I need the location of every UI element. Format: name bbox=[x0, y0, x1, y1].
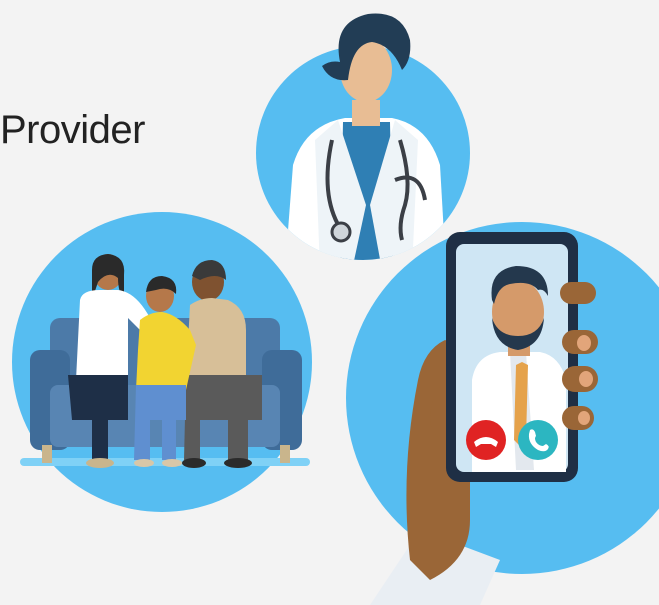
accept-call-button[interactable] bbox=[518, 420, 558, 460]
doctor-illustration bbox=[256, 13, 470, 260]
decline-call-button[interactable] bbox=[466, 420, 506, 460]
family-illustration bbox=[12, 212, 312, 512]
phone bbox=[446, 232, 578, 482]
video-call-illustration bbox=[346, 222, 659, 605]
illustration-canvas bbox=[12, 13, 659, 605]
